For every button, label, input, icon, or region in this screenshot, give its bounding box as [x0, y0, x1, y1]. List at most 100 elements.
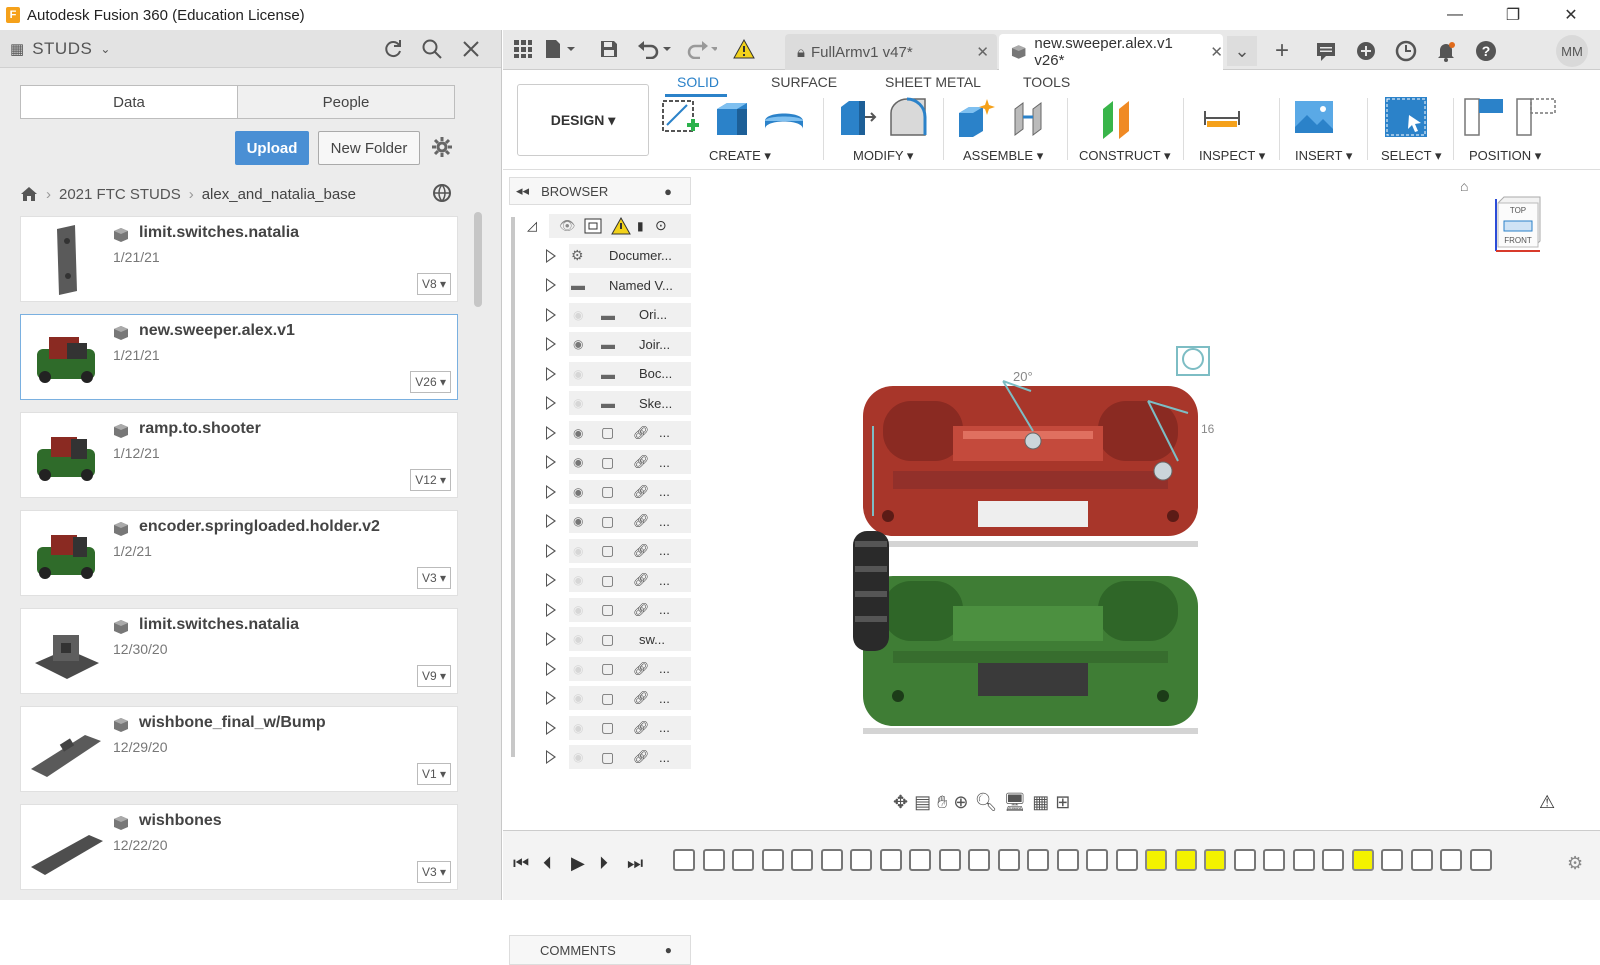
browser-tree-row[interactable]: ◉ ▬ Ske...: [509, 389, 691, 418]
version-dropdown[interactable]: V1 ▾: [416, 763, 451, 785]
file-item[interactable]: ramp.to.shooter 1/12/21 V12 ▾: [20, 412, 458, 498]
insert-menu[interactable]: INSERT ▾: [1295, 148, 1352, 164]
notification-bell-icon[interactable]: [1431, 36, 1461, 66]
view-cube-top-label[interactable]: TOP: [1510, 206, 1526, 215]
radio-icon[interactable]: ⊙: [655, 217, 667, 234]
timeline-feature[interactable]: [820, 849, 843, 871]
expand-arrow-icon[interactable]: [546, 425, 556, 440]
red-assembly[interactable]: [863, 386, 1198, 547]
globe-icon[interactable]: [432, 183, 452, 203]
browser-tree-row[interactable]: ◉ ▬ Boc...: [509, 359, 691, 388]
file-menu-icon[interactable]: [545, 39, 575, 59]
file-item[interactable]: encoder.springloaded.holder.v2 1/2/21 V3…: [20, 510, 458, 596]
visibility-eye-icon[interactable]: ◉: [573, 337, 583, 351]
joint-icon[interactable]: [1005, 95, 1051, 141]
assemble-menu[interactable]: ASSEMBLE ▾: [963, 148, 1043, 164]
file-item[interactable]: limit.switches.natalia 1/21/21 V8 ▾: [20, 216, 458, 302]
timeline-feature[interactable]: [909, 849, 931, 871]
expand-arrow-icon[interactable]: [546, 366, 556, 381]
select-window-icon[interactable]: [1383, 95, 1429, 141]
file-item[interactable]: wishbones 12/22/20 V3 ▾: [20, 804, 458, 890]
timeline-feature[interactable]: [1440, 849, 1462, 871]
timeline-settings-icon[interactable]: ⚙︎: [1567, 853, 1583, 874]
file-item[interactable]: new.sweeper.alex.v1 1/21/21 V26 ▾: [20, 314, 458, 400]
orbit-icon[interactable]: ✥: [893, 792, 908, 816]
timeline-feature[interactable]: [673, 849, 695, 871]
tab-tools[interactable]: TOOLS: [1023, 74, 1070, 90]
timeline-feature[interactable]: [1263, 849, 1285, 871]
visibility-eye-icon[interactable]: ◉: [573, 750, 583, 764]
go-to-start-icon[interactable]: ⏮︎: [513, 853, 529, 874]
expand-arrow-icon[interactable]: [546, 307, 556, 322]
browser-tree-row[interactable]: ◉ ▢ 🔗︎...: [509, 448, 691, 477]
doc-tab-sweeper[interactable]: new.sweeper.alex.v1 v26* ✕: [999, 34, 1223, 70]
go-to-end-icon[interactable]: ⏭︎: [627, 853, 643, 874]
view-cube[interactable]: TOP FRONT: [1490, 193, 1542, 253]
search-icon[interactable]: [421, 38, 443, 60]
browser-toggle-icon[interactable]: ●: [664, 184, 672, 199]
zoom-icon[interactable]: ⊕: [953, 792, 968, 816]
play-icon[interactable]: ▶︎: [571, 853, 585, 874]
timeline-feature[interactable]: [1027, 849, 1049, 871]
root-collapse-icon[interactable]: ◿: [527, 218, 537, 234]
step-forward-icon[interactable]: ⏵︎: [599, 853, 608, 874]
visibility-eye-icon[interactable]: ◉: [573, 544, 583, 558]
intake-roller[interactable]: [853, 531, 889, 651]
restore-button[interactable]: ❐: [1484, 0, 1542, 30]
timeline-feature[interactable]: [968, 849, 990, 871]
view-cube-front-label[interactable]: FRONT: [1504, 236, 1532, 245]
construct-menu[interactable]: CONSTRUCT ▾: [1079, 148, 1171, 164]
browser-tree-row[interactable]: ◉⚙Documer...: [509, 241, 691, 270]
visibility-eye-icon[interactable]: ◉: [573, 691, 583, 705]
timeline-feature[interactable]: [850, 849, 872, 871]
home-icon[interactable]: [20, 185, 38, 203]
visibility-eye-icon[interactable]: ◉: [573, 485, 583, 499]
expand-arrow-icon[interactable]: [546, 750, 556, 764]
close-panel-icon[interactable]: [461, 39, 481, 59]
visibility-eye-icon[interactable]: ◉: [573, 514, 583, 528]
browser-tree-row[interactable]: ◉ ▢ 🔗︎...: [509, 536, 691, 565]
version-dropdown[interactable]: V26 ▾: [410, 371, 451, 393]
look-at-icon[interactable]: ▤: [914, 792, 931, 816]
press-pull-icon[interactable]: [833, 95, 879, 141]
timeline-feature[interactable]: [1174, 849, 1197, 871]
comment-icon[interactable]: [1311, 36, 1341, 66]
file-item[interactable]: limit.switches.natalia 12/30/20 V9 ▾: [20, 608, 458, 694]
create-sketch-icon[interactable]: [657, 95, 703, 141]
refresh-icon[interactable]: [382, 38, 404, 60]
browser-tree-row[interactable]: ◉ ▢ 🔗︎...: [509, 743, 691, 772]
timeline-feature[interactable]: [1115, 849, 1138, 871]
visibility-eye-icon[interactable]: ◉: [573, 426, 583, 440]
version-dropdown[interactable]: V3 ▾: [416, 861, 451, 883]
browser-tree-row[interactable]: ◉ ▢ 🔗︎...: [509, 566, 691, 595]
expand-arrow-icon[interactable]: [546, 278, 556, 292]
tab-sheet-metal[interactable]: SHEET METAL: [885, 74, 981, 90]
project-name[interactable]: STUDS: [32, 39, 92, 59]
visibility-eye-icon[interactable]: ◉: [573, 632, 583, 646]
chevron-down-icon[interactable]: ⌄: [100, 42, 110, 56]
timeline-feature[interactable]: [938, 849, 961, 871]
timeline-feature[interactable]: [1145, 849, 1167, 871]
close-tab-icon[interactable]: ✕: [976, 43, 989, 61]
new-component-icon[interactable]: [953, 95, 999, 141]
tab-data[interactable]: Data: [21, 86, 238, 118]
collapse-panel-icon[interactable]: ◂◂: [516, 183, 529, 199]
browser-root[interactable]: ◿ 👁︎ ▮ ⊙: [509, 211, 691, 240]
visibility-eye-icon[interactable]: ◉: [573, 603, 583, 617]
create-menu[interactable]: CREATE ▾: [709, 148, 771, 164]
expand-arrow-icon[interactable]: [546, 691, 556, 705]
browser-tree-row[interactable]: ◉ ▢ 🔗︎...: [509, 684, 691, 713]
file-item[interactable]: wishbone_final_w/Bump 12/29/20 V1 ▾: [20, 706, 458, 792]
visibility-eye-icon[interactable]: ◉: [573, 721, 583, 735]
offset-plane-icon[interactable]: [1095, 95, 1141, 141]
minimize-button[interactable]: —: [1426, 0, 1484, 30]
comments-panel[interactable]: COMMENTS ●: [509, 935, 691, 965]
redo-icon[interactable]: [683, 39, 717, 59]
browser-tree-row[interactable]: ◉ ▢ 🔗︎...: [509, 713, 691, 742]
warning-icon[interactable]: [733, 39, 755, 59]
expand-arrow-icon[interactable]: [546, 248, 556, 263]
expand-arrow-icon[interactable]: [546, 632, 556, 646]
gear-icon[interactable]: [431, 136, 453, 158]
browser-tree-row[interactable]: ◉ ▢ 🔗︎...: [509, 507, 691, 536]
timeline-feature[interactable]: [761, 849, 784, 871]
